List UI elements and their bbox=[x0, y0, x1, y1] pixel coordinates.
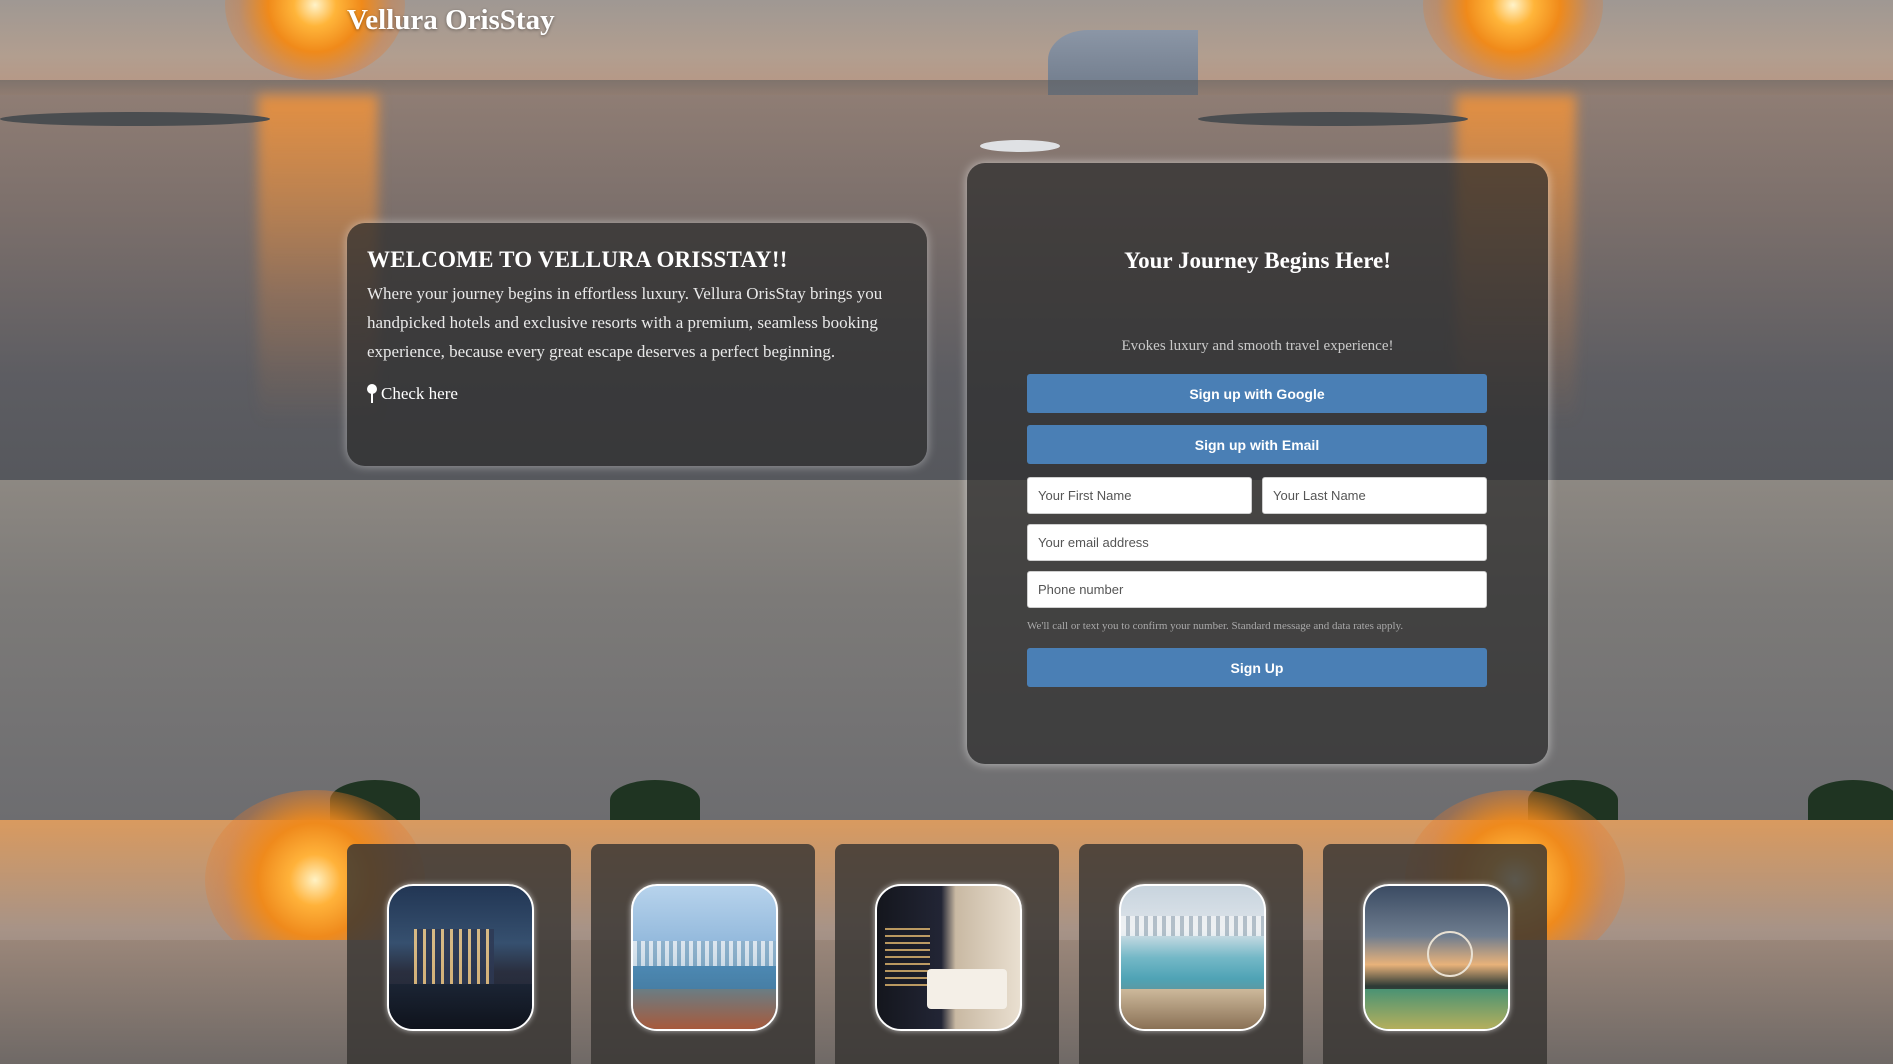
gallery-card[interactable] bbox=[1323, 844, 1547, 1064]
sign-up-button[interactable]: Sign Up bbox=[1027, 648, 1487, 687]
signup-tagline: Evokes luxury and smooth travel experien… bbox=[1121, 338, 1394, 354]
gallery-card[interactable] bbox=[1079, 844, 1303, 1064]
check-here-label: Check here bbox=[381, 384, 458, 403]
gallery-card[interactable] bbox=[591, 844, 815, 1064]
welcome-description: Where your journey begins in effortless … bbox=[367, 284, 883, 361]
gallery-card[interactable] bbox=[835, 844, 1059, 1064]
rooftop-pool-image[interactable] bbox=[1119, 884, 1266, 1031]
resort-pool-dusk-image[interactable] bbox=[1363, 884, 1510, 1031]
email-input[interactable] bbox=[1027, 524, 1487, 561]
city-skyline-night-image[interactable] bbox=[387, 884, 534, 1031]
signup-card: Your Journey Begins Here! Evokes luxury … bbox=[967, 163, 1548, 764]
marina-balcony-image[interactable] bbox=[631, 884, 778, 1031]
welcome-title: WELCOME TO VELLURA ORISSTAY!! bbox=[367, 247, 788, 272]
last-name-input[interactable] bbox=[1262, 477, 1487, 514]
email-signup-button[interactable]: Sign up with Email bbox=[1027, 425, 1487, 464]
welcome-card: WELCOME TO VELLURA ORISSTAY!! Where your… bbox=[347, 223, 927, 466]
gallery-card[interactable] bbox=[347, 844, 571, 1064]
signup-title: Your Journey Begins Here! bbox=[1124, 248, 1391, 273]
phone-input[interactable] bbox=[1027, 571, 1487, 608]
google-signup-button[interactable]: Sign up with Google bbox=[1027, 374, 1487, 413]
first-name-input[interactable] bbox=[1027, 477, 1252, 514]
hotel-bedroom-image[interactable] bbox=[875, 884, 1022, 1031]
check-here-link[interactable]: Check here bbox=[367, 384, 907, 404]
hotel-gallery bbox=[347, 844, 1548, 1064]
signup-disclaimer: We'll call or text you to confirm your n… bbox=[1027, 620, 1404, 632]
brand-logo[interactable]: Vellura OrisStay bbox=[347, 4, 555, 37]
location-pin-icon bbox=[367, 384, 377, 404]
